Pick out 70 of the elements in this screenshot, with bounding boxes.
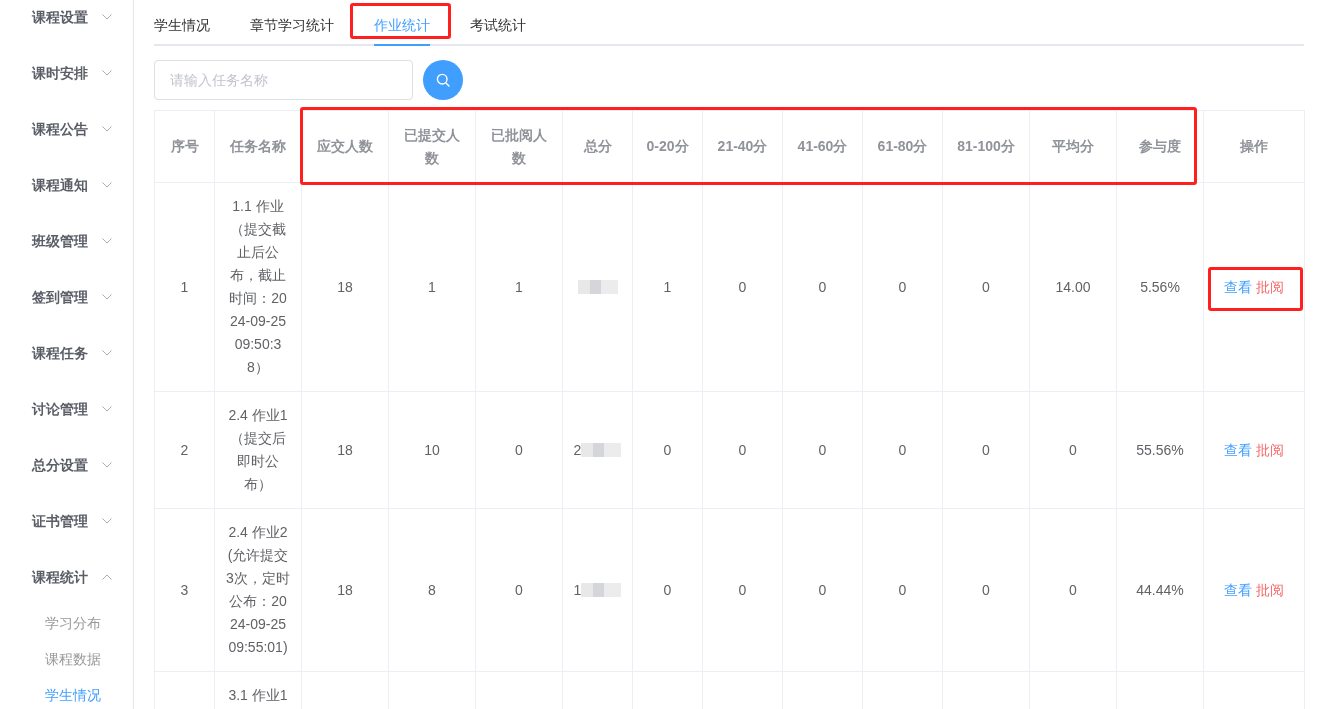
search-icon bbox=[436, 73, 450, 87]
column-header: 平均分 bbox=[1029, 110, 1117, 183]
table-cell: 0 bbox=[632, 391, 703, 509]
table-cell: 0 bbox=[702, 182, 783, 392]
table-cell: 0 bbox=[1029, 391, 1117, 509]
table-cell: 8 bbox=[388, 508, 476, 672]
table-cell: 0 bbox=[475, 508, 563, 672]
sidebar-item[interactable]: 课时安排 bbox=[0, 45, 133, 101]
table-cell: 0 bbox=[862, 508, 943, 672]
sidebar-item[interactable]: 课程通知 bbox=[0, 157, 133, 213]
column-header: 81-100分 bbox=[942, 110, 1030, 183]
table-cell: 0 bbox=[1029, 508, 1117, 672]
table-cell: 0 bbox=[942, 182, 1030, 392]
table-cell: 0 bbox=[782, 508, 863, 672]
sidebar-item[interactable]: 讨论管理 bbox=[0, 381, 133, 437]
column-header: 已批阅人数 bbox=[475, 110, 563, 183]
task-name: 2.4 作业1（提交后即时公布） bbox=[227, 406, 289, 494]
table-cell: 1 bbox=[475, 182, 563, 392]
table-cell: 0 bbox=[782, 182, 863, 392]
column-header: 操作 bbox=[1203, 110, 1305, 183]
table-cell: 0 bbox=[632, 508, 703, 672]
table-cell: 1 bbox=[154, 182, 215, 392]
table-cell: 10 bbox=[388, 391, 476, 509]
table-cell: 18 bbox=[301, 391, 389, 509]
tab[interactable]: 考试统计 bbox=[450, 4, 526, 46]
sidebar-item[interactable]: 证书管理 bbox=[0, 493, 133, 549]
score-text: 2 bbox=[573, 440, 582, 460]
table-cell: 1 bbox=[388, 182, 476, 392]
tab[interactable]: 学生情况 bbox=[154, 4, 230, 46]
sidebar-item[interactable]: 课程统计 bbox=[0, 549, 133, 605]
table-cell: 0 bbox=[475, 391, 563, 509]
table-cell: 3 bbox=[154, 508, 215, 672]
table-cell: 0 bbox=[702, 508, 783, 672]
table-cell: 5.56% bbox=[1116, 182, 1204, 392]
sidebar-item[interactable]: 签到管理 bbox=[0, 269, 133, 325]
sidebar-item[interactable]: 课程任务 bbox=[0, 325, 133, 381]
table-cell: 0 bbox=[702, 391, 783, 509]
table-cell: 18 bbox=[301, 182, 389, 392]
column-header: 41-60分 bbox=[782, 110, 863, 183]
column-header: 0-20分 bbox=[632, 110, 703, 183]
table-cell: 1 bbox=[632, 182, 703, 392]
tab[interactable]: 章节学习统计 bbox=[230, 4, 354, 46]
column-header: 已提交人数 bbox=[388, 110, 476, 183]
table-cell: 2 bbox=[154, 391, 215, 509]
column-header: 参与度 bbox=[1116, 110, 1204, 183]
column-header: 序号 bbox=[154, 110, 215, 183]
sidebar-item[interactable]: 课程设置 bbox=[0, 0, 133, 45]
sidebar-item[interactable]: 班级管理 bbox=[0, 213, 133, 269]
table-cell: 44.44% bbox=[1116, 508, 1204, 672]
table-cell: 0 bbox=[942, 508, 1030, 672]
column-header: 61-80分 bbox=[862, 110, 943, 183]
table-cell: 0 bbox=[942, 391, 1030, 509]
search-button[interactable] bbox=[423, 60, 463, 100]
table-cell: 55.56% bbox=[1116, 391, 1204, 509]
task-name: 2.4 作业2(允许提交3次，定时公布：2024-09-25 09:55:01) bbox=[225, 523, 291, 657]
column-header: 21-40分 bbox=[702, 110, 783, 183]
table-cell: 18 bbox=[301, 508, 389, 672]
task-name: 1.1 作业（提交截止后公布，截止时间：2024-09-25 09:50:38） bbox=[228, 197, 288, 377]
table-cell: 0 bbox=[862, 182, 943, 392]
column-header: 应交人数 bbox=[301, 110, 389, 183]
sidebar-item[interactable]: 课程公告 bbox=[0, 101, 133, 157]
sidebar-item[interactable]: 总分设置 bbox=[0, 437, 133, 493]
score-text: 1 bbox=[573, 580, 582, 600]
table-cell: 14.00 bbox=[1029, 182, 1117, 392]
search-field[interactable]: 请输入任务名称 bbox=[154, 60, 413, 100]
column-header: 任务名称 bbox=[214, 110, 302, 183]
table-cell: 0 bbox=[862, 391, 943, 509]
table-cell: 0 bbox=[782, 391, 863, 509]
task-name: 3.1 作业1 bbox=[227, 686, 289, 705]
column-header: 总分 bbox=[562, 110, 633, 183]
